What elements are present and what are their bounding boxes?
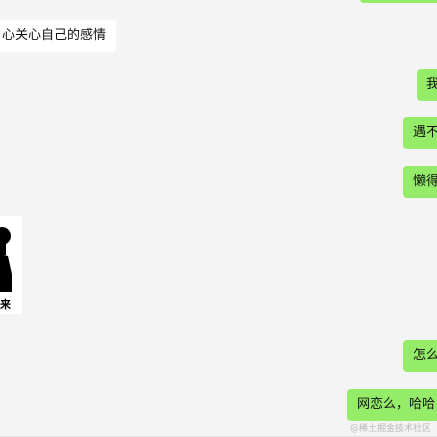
message-bubble-incoming[interactable]: 心关心自己的感情 [0, 20, 117, 52]
message-bubble-outgoing[interactable]: 遇不 [403, 117, 437, 149]
message-bubble-outgoing[interactable]: 我 [417, 69, 437, 101]
message-bubble-outgoing[interactable]: 怎么 [403, 340, 437, 372]
chat-message-area[interactable]: 心关心自己的感情 我 遇不 懒得 来 怎么 网恋么，哈哈 @稀土掘金技术社区 [0, 0, 437, 437]
sticker-message[interactable]: 来 [0, 216, 22, 314]
sticker-caption: 来 [0, 298, 11, 311]
watermark: @稀土掘金技术社区 [349, 424, 431, 434]
message-bubble-outgoing[interactable]: 懒得 [403, 166, 437, 198]
message-bubble-outgoing[interactable]: 网恋么，哈哈 [347, 389, 437, 421]
message-bubble-outgoing-partial[interactable] [360, 0, 437, 3]
